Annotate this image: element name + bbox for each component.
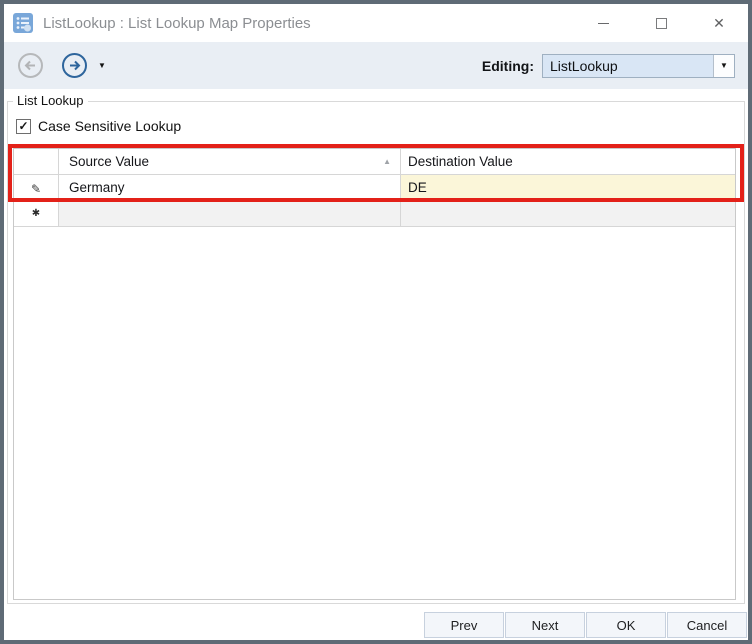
- chevron-down-icon: ▼: [720, 62, 728, 70]
- footer: Prev Next OK Cancel: [423, 612, 747, 638]
- prev-button[interactable]: Prev: [424, 612, 504, 638]
- combobox-dropdown-button[interactable]: ▼: [713, 55, 734, 77]
- window-controls: ✕: [574, 4, 748, 42]
- arrow-right-icon: [61, 52, 88, 79]
- new-row-icon: ✱: [32, 209, 40, 219]
- grid-header-row: Source Value ▲ Destination Value: [14, 149, 735, 175]
- editing-combobox[interactable]: ListLookup ▼: [542, 54, 735, 78]
- column-header-label: Source Value: [69, 154, 149, 169]
- close-icon: ✕: [713, 16, 725, 30]
- minimize-icon: [598, 23, 609, 24]
- checkbox-label: Case Sensitive Lookup: [38, 118, 181, 134]
- cancel-button[interactable]: Cancel: [667, 612, 747, 638]
- maximize-icon: [656, 18, 667, 29]
- cell-source-value[interactable]: Germany: [59, 175, 401, 201]
- back-button[interactable]: [17, 52, 44, 79]
- lookup-grid: Source Value ▲ Destination Value ✎ Germa…: [13, 148, 736, 600]
- close-button[interactable]: ✕: [690, 4, 748, 42]
- next-button[interactable]: Next: [505, 612, 585, 638]
- sort-ascending-icon: ▲: [383, 158, 391, 166]
- ok-button[interactable]: OK: [586, 612, 666, 638]
- grid-corner-cell[interactable]: [14, 149, 59, 175]
- cell-new-source[interactable]: [59, 201, 401, 227]
- window-title: ListLookup : List Lookup Map Properties: [43, 15, 311, 32]
- grid-empty-area: [14, 227, 735, 599]
- cell-new-destination[interactable]: [401, 201, 735, 227]
- column-header-destination-value[interactable]: Destination Value: [401, 149, 735, 175]
- groupbox-title: List Lookup: [13, 93, 88, 108]
- editing-label: Editing:: [482, 58, 534, 74]
- minimize-button[interactable]: [574, 4, 632, 42]
- dialog-content: List Lookup ✓ Case Sensitive Lookup Sour…: [4, 89, 748, 640]
- title-bar: ListLookup : List Lookup Map Properties …: [4, 4, 748, 42]
- dialog-window: ListLookup : List Lookup Map Properties …: [0, 0, 752, 644]
- list-lookup-groupbox: List Lookup ✓ Case Sensitive Lookup Sour…: [7, 101, 745, 604]
- editing-combobox-value: ListLookup: [543, 58, 713, 74]
- maximize-button[interactable]: [632, 4, 690, 42]
- column-header-label: Destination Value: [408, 154, 513, 169]
- cell-destination-value[interactable]: DE: [401, 175, 735, 201]
- editing-group: Editing: ListLookup ▼: [482, 54, 735, 78]
- grid-row-germany: ✎ Germany DE: [14, 175, 735, 201]
- case-sensitive-checkbox[interactable]: ✓ Case Sensitive Lookup: [16, 118, 181, 134]
- pencil-icon: ✎: [31, 183, 41, 195]
- row-header-edit-indicator[interactable]: ✎: [14, 175, 59, 201]
- forward-button[interactable]: [61, 52, 88, 79]
- toolbar: ▼ Editing: ListLookup ▼: [4, 42, 748, 89]
- forward-menu-caret-icon[interactable]: ▼: [98, 62, 106, 70]
- row-header-new-indicator[interactable]: ✱: [14, 201, 59, 227]
- column-header-source-value[interactable]: Source Value ▲: [59, 149, 401, 175]
- arrow-left-icon: [17, 52, 44, 79]
- app-icon: [12, 12, 34, 34]
- grid-new-row: ✱: [14, 201, 735, 227]
- checkbox-checked-icon: ✓: [16, 119, 31, 134]
